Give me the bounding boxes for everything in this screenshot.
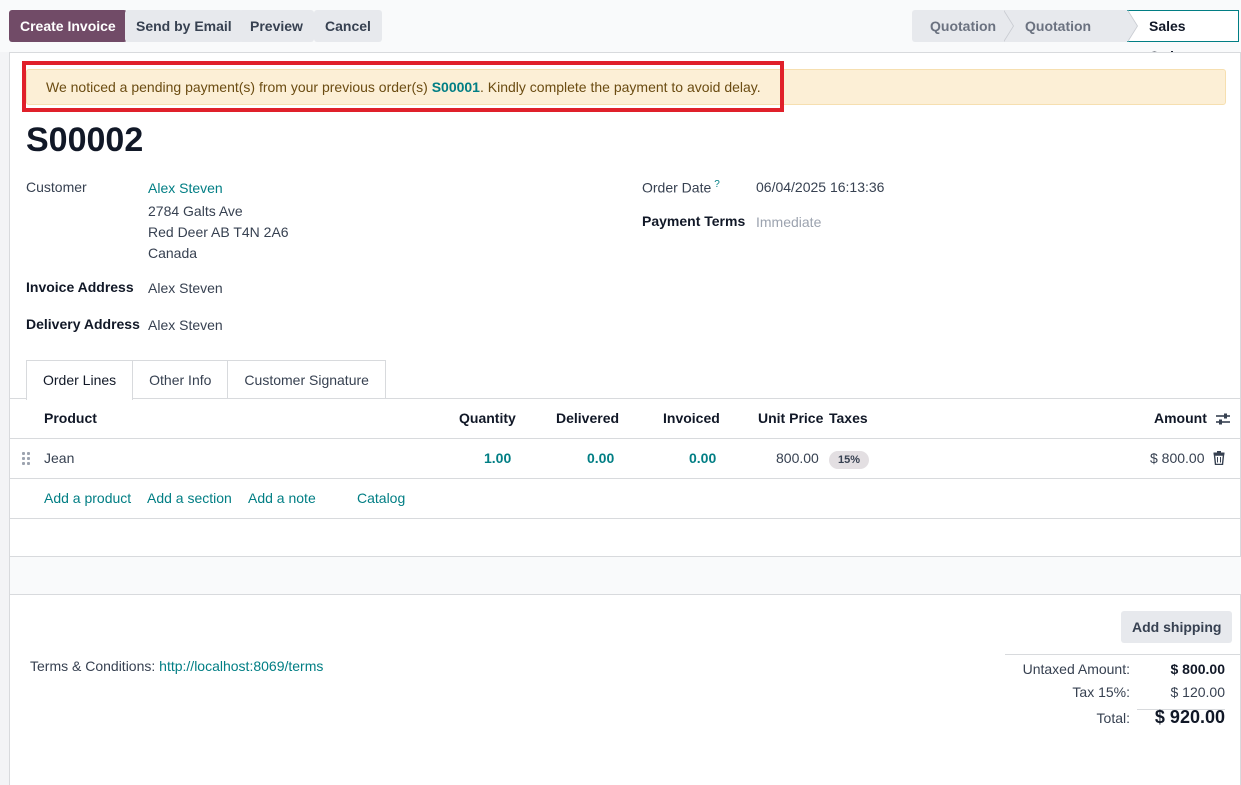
empty-row [10,519,1241,557]
add-shipping-button[interactable]: Add shipping [1121,611,1233,643]
total-label: Total: [1096,710,1130,726]
order-date-label: Order Date? [642,179,720,196]
total-value: $ 920.00 [1154,707,1225,727]
terms-label: Terms & Conditions: [30,658,160,674]
terms-link[interactable]: http://localhost:8069/terms [159,658,323,674]
cancel-button[interactable]: Cancel [314,10,382,42]
notebook-tabs: Order Lines Other Info Customer Signatur… [26,360,386,400]
alert-highlight-box [22,61,784,112]
col-amount[interactable]: Amount [1154,410,1207,426]
col-unit-price[interactable]: Unit Price [758,410,823,426]
send-by-email-button[interactable]: Send by Email [125,10,243,42]
add-product-link[interactable]: Add a product [44,490,131,506]
tab-other-info[interactable]: Other Info [132,360,229,399]
address-line-3: Canada [148,245,198,261]
invoice-address-label: Invoice Address [26,279,134,295]
cell-product[interactable]: Jean [44,450,74,466]
form-sheet: We noticed a pending payment(s) from you… [9,52,1241,785]
stage-quotation-sent[interactable]: Quotation Sent [1003,10,1138,66]
preview-button[interactable]: Preview [239,10,314,42]
page-title: S00002 [26,121,144,159]
order-date-label-text: Order Date [642,179,712,196]
table-row[interactable]: Jean 1.00 0.00 0.00 800.00 15% $ 800.00 [10,439,1241,479]
col-invoiced[interactable]: Invoiced [663,410,720,426]
customer-link[interactable]: Alex Steven [148,180,223,196]
create-invoice-button[interactable]: Create Invoice [9,10,127,42]
control-panel: Create Invoice Send by Email Preview Can… [0,0,1241,66]
cell-invoiced[interactable]: 0.00 [689,450,716,466]
stage-sales-order[interactable]: Sales Order [1127,10,1239,64]
tab-order-lines[interactable]: Order Lines [26,360,134,400]
status-bar: Quotation Quotation Sent Sales Order [912,10,1239,66]
address-line-2: Red Deer AB T4N 2A6 [148,224,289,240]
totals-divider [1005,654,1241,655]
tab-customer-signature[interactable]: Customer Signature [227,360,386,399]
cell-unit-price[interactable]: 800.00 [776,450,819,466]
order-date-field[interactable]: 06/04/2025 16:13:36 [756,179,884,195]
cell-amount: $ 800.00 [1150,450,1205,466]
catalog-link[interactable]: Catalog [357,490,405,506]
delivery-address-label: Delivery Address [26,316,140,332]
add-section-link[interactable]: Add a section [147,490,232,506]
help-icon[interactable]: ? [714,179,720,190]
terms-conditions: Terms & Conditions: http://localhost:806… [30,658,323,674]
tax-badge[interactable]: 15% [829,451,870,469]
empty-row [10,557,1241,595]
add-line-links: Add a product Add a section Add a note C… [10,479,1241,519]
column-settings-icon[interactable] [1215,411,1231,427]
drag-handle-icon[interactable] [22,452,32,466]
order-lines-header: Product Quantity Delivered Invoiced Unit… [10,399,1241,439]
invoice-address-field[interactable]: Alex Steven [148,280,223,296]
customer-label: Customer [26,179,87,195]
address-line-1: 2784 Galts Ave [148,203,243,219]
trash-icon[interactable] [1213,451,1225,465]
col-quantity[interactable]: Quantity [459,410,516,426]
delivery-address-field[interactable]: Alex Steven [148,317,223,333]
cell-delivered[interactable]: 0.00 [587,450,614,466]
col-delivered[interactable]: Delivered [556,410,619,426]
tax-label: Tax 15%: [1072,684,1130,700]
cell-quantity[interactable]: 1.00 [484,450,511,466]
payment-terms-label: Payment Terms [642,213,746,229]
add-note-link[interactable]: Add a note [248,490,316,506]
col-taxes[interactable]: Taxes [829,410,868,426]
stage-quotation[interactable]: Quotation [912,10,1014,42]
payment-terms-field[interactable]: Immediate [756,214,821,230]
untaxed-amount-label: Untaxed Amount: [1022,661,1130,677]
col-product[interactable]: Product [44,410,97,426]
tax-value: $ 120.00 [1170,684,1226,700]
stage-label: Quotation [930,18,997,34]
untaxed-amount-value: $ 800.00 [1170,661,1226,677]
